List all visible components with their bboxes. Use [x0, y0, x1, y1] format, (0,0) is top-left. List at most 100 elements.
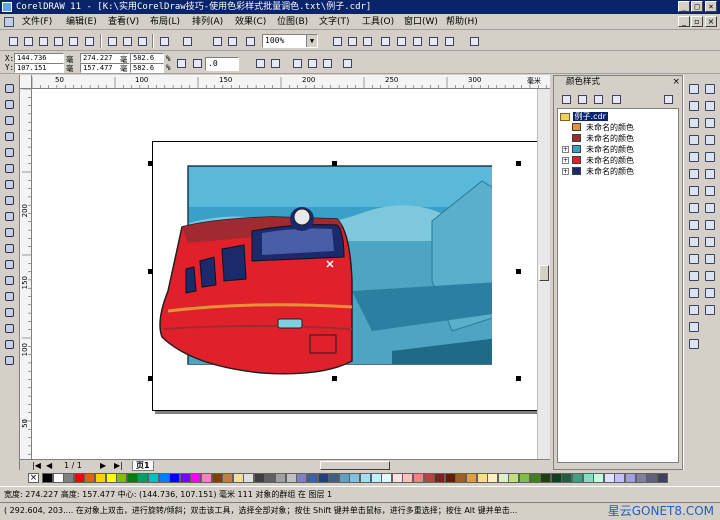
- color-swatch[interactable]: [603, 473, 615, 483]
- open-icon[interactable]: [21, 34, 35, 48]
- color-swatch[interactable]: [42, 473, 53, 483]
- interactive-blend-tool-icon[interactable]: [4, 243, 16, 254]
- tree-item[interactable]: + 未命名的颜色: [562, 144, 672, 155]
- color-swatch[interactable]: [126, 473, 138, 483]
- doc-restore-button[interactable]: ▫: [691, 16, 703, 27]
- color-swatch[interactable]: [646, 473, 658, 483]
- snap-to-guidelines-icon[interactable]: [360, 34, 374, 48]
- tool-icon[interactable]: [688, 338, 700, 350]
- drawing-canvas[interactable]: [32, 89, 537, 459]
- undo-icon[interactable]: [157, 34, 171, 48]
- tool-icon[interactable]: [704, 219, 716, 231]
- color-swatch[interactable]: [487, 473, 499, 483]
- tool-icon[interactable]: [688, 253, 700, 265]
- tool-icon[interactable]: [704, 151, 716, 163]
- import-icon[interactable]: [210, 34, 224, 48]
- color-swatch[interactable]: [211, 473, 223, 483]
- smart-fill-icon[interactable]: [4, 355, 16, 366]
- expand-icon[interactable]: +: [562, 157, 569, 164]
- rectangle-tool-icon[interactable]: [4, 163, 16, 174]
- color-swatch[interactable]: [285, 473, 297, 483]
- tree-item[interactable]: + 未命名的颜色: [562, 155, 672, 166]
- scroll-thumb[interactable]: [539, 265, 549, 281]
- color-swatch[interactable]: [540, 473, 552, 483]
- selection-handle[interactable]: [516, 161, 521, 166]
- menu-edit[interactable]: 编辑(E): [64, 14, 99, 30]
- tree-item[interactable]: + 未命名的颜色: [562, 166, 672, 177]
- publish-icon[interactable]: [82, 34, 96, 48]
- zoom-combo[interactable]: 100% ▼: [262, 34, 318, 48]
- tool-icon[interactable]: [688, 185, 700, 197]
- graphics-text-styles-icon[interactable]: [426, 34, 440, 48]
- y-position-field[interactable]: 107.151: [14, 63, 64, 73]
- cut-icon[interactable]: [105, 34, 119, 48]
- selection-handle[interactable]: [516, 376, 521, 381]
- crop-tool-icon[interactable]: [4, 115, 16, 126]
- color-swatch[interactable]: [116, 473, 128, 483]
- selection-handle[interactable]: [148, 376, 153, 381]
- color-swatch[interactable]: [63, 473, 75, 483]
- color-swatch[interactable]: [296, 473, 308, 483]
- color-swatch[interactable]: [179, 473, 191, 483]
- tool-icon[interactable]: [704, 270, 716, 282]
- options-icon[interactable]: [410, 34, 424, 48]
- color-swatch[interactable]: [95, 473, 106, 483]
- color-swatch[interactable]: [561, 473, 573, 483]
- color-swatch[interactable]: [614, 473, 626, 483]
- tool-icon[interactable]: [704, 168, 716, 180]
- selection-handle[interactable]: [332, 161, 337, 166]
- color-swatch[interactable]: [625, 473, 636, 483]
- outline-tool-icon[interactable]: [4, 307, 16, 318]
- tool-icon[interactable]: [688, 117, 700, 129]
- last-page-button[interactable]: ▶|: [114, 461, 123, 471]
- auto-create-styles-icon[interactable]: [609, 92, 623, 106]
- new-icon[interactable]: [6, 34, 20, 48]
- color-swatch[interactable]: [105, 473, 117, 483]
- tool-icon[interactable]: [688, 219, 700, 231]
- train-artwork[interactable]: [152, 161, 492, 381]
- mirror-horizontal-icon[interactable]: [253, 56, 267, 70]
- snap-to-grid-icon[interactable]: [345, 34, 359, 48]
- color-swatch[interactable]: [317, 473, 329, 483]
- tool-icon[interactable]: [704, 304, 716, 316]
- color-swatch[interactable]: [360, 473, 371, 483]
- color-styles-icon[interactable]: [442, 34, 456, 48]
- tree-item[interactable]: 未命名的颜色: [572, 133, 672, 144]
- color-swatch[interactable]: [201, 473, 212, 483]
- expand-icon[interactable]: +: [562, 146, 569, 153]
- color-swatch[interactable]: [381, 473, 393, 483]
- color-swatch[interactable]: [455, 473, 467, 483]
- lock-ratio-icon[interactable]: [174, 56, 188, 70]
- vertical-scrollbar[interactable]: [537, 89, 550, 459]
- color-swatch[interactable]: [529, 473, 541, 483]
- selection-handle[interactable]: [148, 161, 153, 166]
- shape-tool-icon[interactable]: [4, 99, 16, 110]
- new-color-style-icon[interactable]: [559, 92, 573, 106]
- new-child-color-icon[interactable]: [575, 92, 589, 106]
- tool-icon[interactable]: [688, 151, 700, 163]
- color-swatch[interactable]: [137, 473, 149, 483]
- tool-icon[interactable]: [688, 236, 700, 248]
- selection-handle[interactable]: [332, 376, 337, 381]
- page-tab[interactable]: 页1: [132, 461, 154, 471]
- doc-minimize-button[interactable]: _: [678, 16, 690, 27]
- tool-icon[interactable]: [688, 100, 700, 112]
- pick-tool-icon[interactable]: [4, 83, 16, 94]
- color-swatch[interactable]: [148, 473, 159, 483]
- prev-page-button[interactable]: ◀: [46, 461, 52, 471]
- expand-icon[interactable]: +: [562, 168, 569, 175]
- menu-bitmaps[interactable]: 位图(B): [275, 14, 310, 30]
- no-color-swatch[interactable]: ×: [28, 473, 39, 483]
- color-swatch[interactable]: [444, 473, 456, 483]
- color-swatch[interactable]: [52, 473, 64, 483]
- color-swatch[interactable]: [391, 473, 403, 483]
- freehand-tool-icon[interactable]: [4, 147, 16, 158]
- tool-icon[interactable]: [688, 134, 700, 146]
- tool-icon[interactable]: [704, 202, 716, 214]
- rotate-icon[interactable]: [190, 56, 204, 70]
- tool-icon[interactable]: [704, 236, 716, 248]
- tool-icon[interactable]: [704, 185, 716, 197]
- color-swatch[interactable]: [519, 473, 530, 483]
- color-swatch[interactable]: [190, 473, 202, 483]
- doc-close-button[interactable]: ×: [705, 16, 717, 27]
